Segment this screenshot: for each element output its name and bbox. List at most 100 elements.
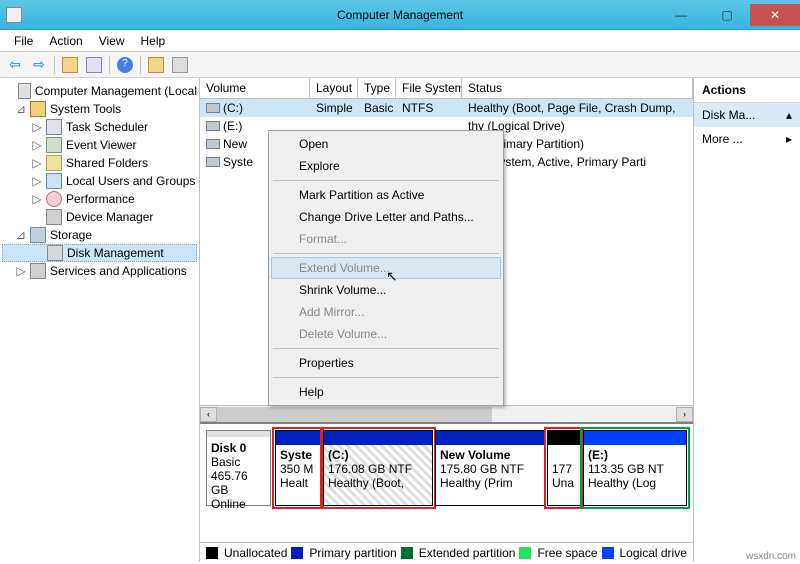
- tree-label: System Tools: [50, 102, 121, 116]
- maximize-button[interactable]: ▢: [704, 4, 750, 26]
- volume-layout: Simple: [310, 101, 358, 115]
- volume-icon: [206, 121, 220, 131]
- title-bar: Computer Management — ▢ ✕: [0, 0, 800, 30]
- help-button[interactable]: ?: [114, 54, 136, 76]
- ctx-explore[interactable]: Explore: [271, 155, 501, 177]
- up-button[interactable]: [59, 54, 81, 76]
- toolbar: ?: [0, 52, 800, 78]
- legend-free: Free space: [537, 546, 597, 560]
- toolbar-grid-2[interactable]: [169, 54, 191, 76]
- scroll-right-button[interactable]: ›: [676, 407, 693, 422]
- tree-event-viewer[interactable]: ▷Event Viewer: [2, 136, 197, 154]
- legend-logical: Logical drive: [620, 546, 687, 560]
- disk-name: Disk 0: [211, 441, 246, 455]
- volume-list-header: Volume Layout Type File System Status: [200, 78, 693, 99]
- tree-label: Performance: [66, 192, 135, 206]
- minimize-button[interactable]: —: [658, 4, 704, 26]
- chevron-right-icon: ▸: [786, 132, 792, 146]
- partition[interactable]: Syste350 MHealt: [275, 430, 321, 506]
- tree-disk-management[interactable]: Disk Management: [2, 244, 197, 262]
- col-volume[interactable]: Volume: [200, 78, 310, 98]
- tree-storage[interactable]: ⊿Storage: [2, 226, 197, 244]
- tree-pane: Computer Management (Local ⊿System Tools…: [0, 78, 200, 562]
- volume-name: Syste: [223, 155, 253, 169]
- tree-performance[interactable]: ▷Performance: [2, 190, 197, 208]
- ctx-help[interactable]: Help: [271, 381, 501, 403]
- tree-label: Shared Folders: [66, 156, 148, 170]
- volume-fs: NTFS: [396, 101, 462, 115]
- menu-help[interactable]: Help: [133, 32, 174, 50]
- volume-row[interactable]: (C:)SimpleBasicNTFSHealthy (Boot, Page F…: [200, 99, 693, 117]
- close-button[interactable]: ✕: [750, 4, 800, 26]
- partition-size: 176.08 GB NTF: [328, 462, 412, 476]
- disk-partitions: Syste350 MHealt(C:)176.08 GB NTFHealthy …: [275, 430, 687, 506]
- ctx-extend-volume[interactable]: Extend Volume...: [271, 257, 501, 279]
- tree-label: Event Viewer: [66, 138, 136, 152]
- partition-status: Una: [552, 476, 574, 490]
- disk-info[interactable]: Disk 0 Basic 465.76 GB Online: [206, 430, 271, 506]
- actions-disk-management[interactable]: Disk Ma...▴: [694, 103, 800, 127]
- legend-primary: Primary partition: [309, 546, 396, 560]
- tree-label: Task Scheduler: [66, 120, 148, 134]
- tree-device-manager[interactable]: Device Manager: [2, 208, 197, 226]
- ctx-open[interactable]: Open: [271, 133, 501, 155]
- tree-label: Device Manager: [66, 210, 153, 224]
- tree-shared-folders[interactable]: ▷Shared Folders: [2, 154, 197, 172]
- back-button[interactable]: [4, 54, 26, 76]
- disk-state: Online: [211, 497, 246, 511]
- tree-root-label: Computer Management (Local: [35, 84, 197, 98]
- ctx-change-letter[interactable]: Change Drive Letter and Paths...: [271, 206, 501, 228]
- ctx-delete-volume[interactable]: Delete Volume...: [271, 323, 501, 345]
- chevron-up-icon: ▴: [786, 108, 792, 122]
- properties-button[interactable]: [83, 54, 105, 76]
- ctx-format[interactable]: Format...: [271, 228, 501, 250]
- ctx-add-mirror[interactable]: Add Mirror...: [271, 301, 501, 323]
- volume-type: Basic: [358, 101, 396, 115]
- volume-name: New: [223, 137, 247, 151]
- volume-name: (E:): [223, 119, 242, 133]
- partition-label: New Volume: [440, 448, 510, 462]
- disk-type: Basic: [211, 455, 240, 469]
- tree-services-apps[interactable]: ▷Services and Applications: [2, 262, 197, 280]
- menu-view[interactable]: View: [91, 32, 133, 50]
- disk-size: 465.76 GB: [211, 469, 248, 497]
- partition-label: (E:): [588, 448, 608, 462]
- ctx-shrink-volume[interactable]: Shrink Volume...: [271, 279, 501, 301]
- partition[interactable]: New Volume175.80 GB NTFHealthy (Prim: [435, 430, 545, 506]
- partition-label: Syste: [280, 448, 312, 462]
- tree-root[interactable]: Computer Management (Local: [2, 82, 197, 100]
- partition-size: 350 M: [280, 462, 313, 476]
- volume-hscroll[interactable]: ‹ ›: [200, 405, 693, 422]
- ctx-mark-active[interactable]: Mark Partition as Active: [271, 184, 501, 206]
- actions-title: Actions: [694, 78, 800, 103]
- partition[interactable]: 177Una: [547, 430, 581, 506]
- volume-icon: [206, 103, 220, 113]
- partition-size: 175.80 GB NTF: [440, 462, 524, 476]
- col-filesystem[interactable]: File System: [396, 78, 462, 98]
- col-status[interactable]: Status: [462, 78, 693, 98]
- disk-graphic-area: Disk 0 Basic 465.76 GB Online Syste350 M…: [200, 422, 693, 542]
- tree-system-tools[interactable]: ⊿System Tools: [2, 100, 197, 118]
- actions-more[interactable]: More ...▸: [694, 127, 800, 151]
- partition[interactable]: (C:)176.08 GB NTFHealthy (Boot,: [323, 430, 433, 506]
- tree-task-scheduler[interactable]: ▷Task Scheduler: [2, 118, 197, 136]
- partition-size: 113.35 GB NT: [588, 462, 664, 476]
- app-icon: [6, 7, 22, 23]
- legend-unallocated: Unallocated: [224, 546, 287, 560]
- partition[interactable]: (E:)113.35 GB NTHealthy (Log: [583, 430, 687, 506]
- menu-action[interactable]: Action: [41, 32, 90, 50]
- menu-file[interactable]: File: [6, 32, 41, 50]
- tree-local-users[interactable]: ▷Local Users and Groups: [2, 172, 197, 190]
- col-type[interactable]: Type: [358, 78, 396, 98]
- actions-pane: Actions Disk Ma...▴ More ...▸: [694, 78, 800, 562]
- volume-status: Healthy (Boot, Page File, Crash Dump,: [462, 101, 693, 115]
- volume-icon: [206, 157, 220, 167]
- col-layout[interactable]: Layout: [310, 78, 358, 98]
- scroll-thumb[interactable]: [217, 407, 492, 422]
- toolbar-grid-1[interactable]: [145, 54, 167, 76]
- scroll-left-button[interactable]: ‹: [200, 407, 217, 422]
- forward-button[interactable]: [28, 54, 50, 76]
- legend: Unallocated Primary partition Extended p…: [200, 542, 693, 562]
- source-label: wsxdn.com: [746, 551, 796, 562]
- ctx-properties[interactable]: Properties: [271, 352, 501, 374]
